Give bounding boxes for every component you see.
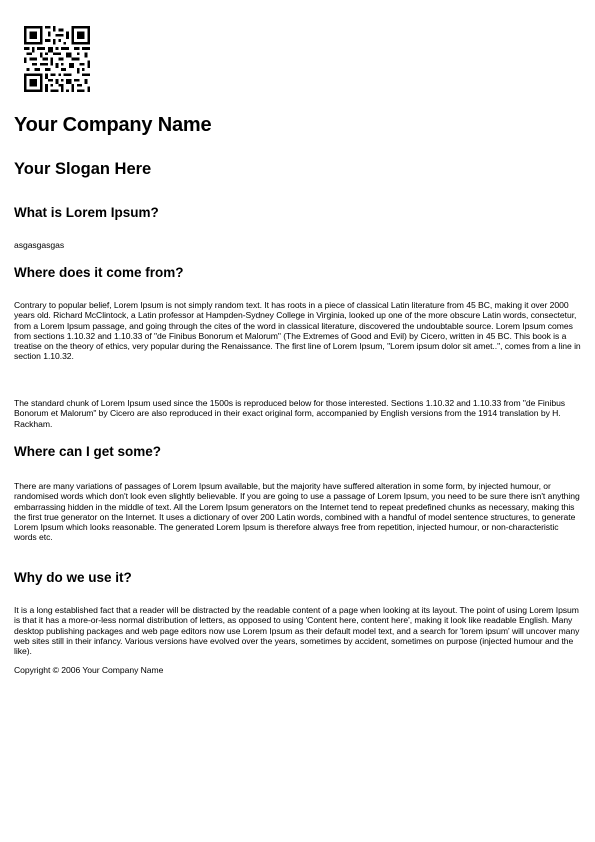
- section-paragraph: There are many variations of passages of…: [14, 481, 580, 543]
- section-paragraph: The standard chunk of Lorem Ipsum used s…: [14, 398, 566, 429]
- slogan: Your Slogan Here: [14, 160, 152, 178]
- section-heading-where-get: Where can I get some?: [14, 444, 162, 459]
- section-paragraph: Contrary to popular belief, Lorem Ipsum …: [14, 300, 581, 362]
- section-heading-where-from: Where does it come from?: [14, 265, 184, 280]
- company-name: Your Company Name: [14, 114, 212, 136]
- copyright-footer: Copyright © 2006 Your Company Name: [14, 665, 164, 675]
- qr-code-icon: [24, 26, 90, 92]
- section-heading-why-use: Why do we use it?: [14, 570, 132, 585]
- section-paragraph: asgasgasgas: [14, 240, 65, 250]
- section-heading-what-is: What is Lorem Ipsum?: [14, 205, 159, 220]
- section-paragraph: It is a long established fact that a rea…: [14, 605, 580, 657]
